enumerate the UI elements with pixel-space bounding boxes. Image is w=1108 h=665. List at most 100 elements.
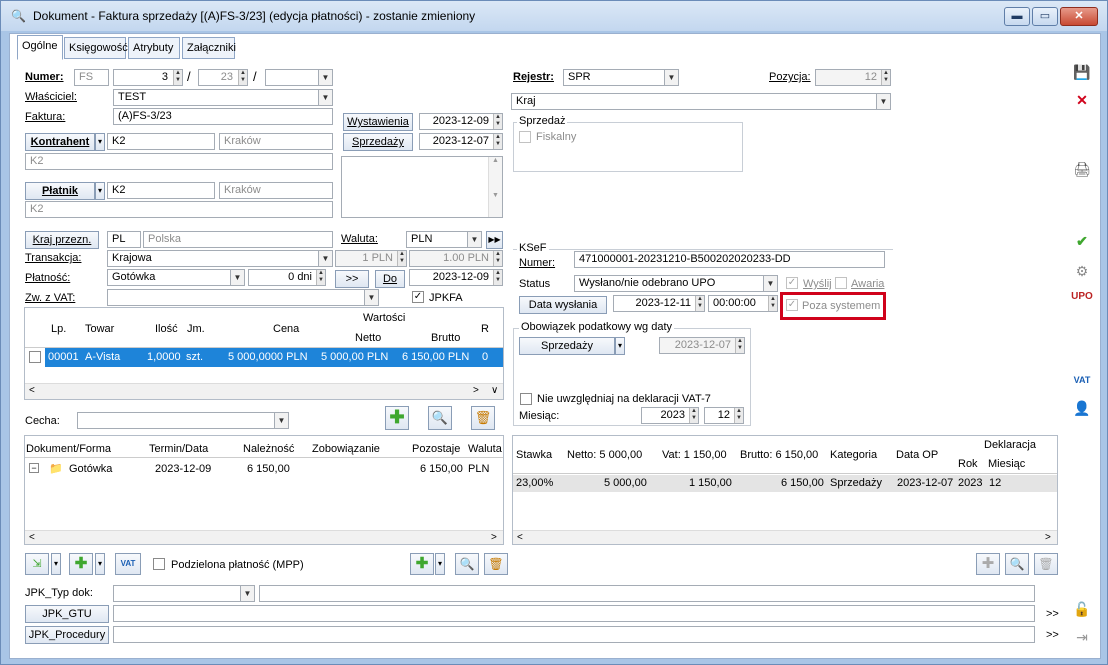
data-wyslania-button[interactable]: Data wysłania (519, 296, 607, 314)
kraj-name-field[interactable]: Polska (143, 231, 333, 248)
kontrahent-button[interactable]: Kontrahent (25, 133, 95, 151)
miesiac-field[interactable]: 12 ▲ ▼ (704, 407, 744, 424)
minimize-button[interactable]: ▬ (1004, 7, 1030, 26)
pozycja-field[interactable]: 12 ▲ ▼ (815, 69, 891, 86)
waluta-select[interactable]: PLN ▼ (406, 231, 482, 248)
jpk-procedury-button[interactable]: JPK_Procedury (25, 626, 109, 644)
sprzedazy-date-field[interactable]: 2023-12-07 ▲ ▼ (419, 133, 503, 150)
spin-icon[interactable]: ▲ ▼ (397, 251, 406, 266)
vat-icon[interactable]: VAT (1070, 369, 1094, 393)
spin-icon[interactable]: ▲ ▼ (689, 408, 698, 423)
obowiazek-sprzedazy-button[interactable]: Sprzedaży (519, 337, 615, 355)
time-field[interactable]: 00:00:00 ▲ ▼ (708, 295, 778, 312)
obowiazek-date-field[interactable]: 2023-12-07 ▲ ▼ (659, 337, 745, 354)
kurs2-field[interactable]: 1.00 PLN ▲ ▼ (409, 250, 503, 267)
scroll-right-icon[interactable]: > (1045, 532, 1051, 543)
scroll-right-icon[interactable]: > (491, 532, 497, 543)
collapse-icon[interactable]: − (29, 463, 39, 473)
horizontal-scrollbar[interactable]: < > ∨ (25, 383, 503, 399)
table-row[interactable]: − 📁 Gotówka 2023-12-09 6 150,00 6 150,00… (25, 460, 503, 478)
jpk-procedury-field[interactable] (113, 626, 1035, 643)
poza-systemem-checkbox[interactable]: ✓ (786, 299, 798, 311)
jpkfa-checkbox[interactable]: ✓ (412, 291, 424, 303)
chevron-down-icon[interactable]: ▼ (664, 70, 678, 85)
horizontal-scrollbar[interactable]: < > (513, 530, 1057, 544)
horizontal-scrollbar[interactable]: < > (25, 530, 503, 544)
kraj-select[interactable]: Kraj ▼ (511, 93, 891, 110)
kurs-field[interactable]: 1 PLN ▲ ▼ (335, 250, 407, 267)
kraj-przezn-button[interactable]: Kraj przezn. (25, 231, 99, 249)
wlasciciel-select[interactable]: TEST ▼ (113, 89, 333, 106)
platnik-menu-icon[interactable]: ▾ (95, 182, 105, 200)
spin-icon[interactable]: ▲ ▼ (316, 270, 325, 285)
jpk-gtu-button[interactable]: JPK_GTU (25, 605, 109, 623)
spin-icon[interactable]: ▲ ▼ (735, 338, 744, 353)
chevron-down-icon[interactable]: ▼ (230, 270, 244, 285)
scrollbar[interactable]: ▲ ▼ (488, 157, 502, 217)
chevron-down-icon[interactable]: ▼ (763, 276, 777, 291)
add-icon[interactable]: ✚ (69, 553, 93, 575)
scroll-left-icon[interactable]: < (517, 532, 523, 543)
delete-payment-icon[interactable]: 🗑 (484, 553, 508, 575)
close-button[interactable]: ✕ (1060, 7, 1098, 26)
data-wyslania-field[interactable]: 2023-12-11 ▲ ▼ (613, 295, 705, 312)
chevron-down-icon[interactable]: ▼ (240, 586, 254, 601)
numer-prefix-field[interactable]: FS (74, 69, 109, 86)
settings-icon[interactable]: ⚙ (1070, 260, 1094, 284)
wyslij-checkbox[interactable]: ✓ (786, 277, 798, 289)
faktura-field[interactable]: (A)FS-3/23 (113, 108, 333, 125)
table-row[interactable]: 23,00% 5 000,00 1 150,00 6 150,00 Sprzed… (513, 475, 1057, 492)
tab-zalaczniki[interactable]: Załączniki (182, 37, 236, 59)
spin-icon[interactable]: ▲ ▼ (173, 70, 182, 85)
jpk-procedury-more[interactable]: >> (1046, 629, 1059, 641)
chevron-down-icon[interactable]: ▼ (876, 94, 890, 109)
trash-icon[interactable]: 🗑 (471, 406, 495, 430)
scroll-right-icon[interactable]: > (473, 385, 479, 396)
kontrahent-menu-icon[interactable]: ▾ (95, 133, 105, 151)
add-vat-icon[interactable]: ✚ (976, 553, 1000, 575)
ksef-numer-field[interactable]: 471000001-20231210-B500202020233-DD (574, 251, 885, 268)
add-payment-menu-icon[interactable]: ▾ (435, 553, 445, 575)
maximize-button[interactable]: ▭ (1032, 7, 1058, 26)
table-row[interactable]: 00001 A-Vista 1,0000 szt. 5 000,0000 PLN… (45, 348, 503, 367)
spin-icon[interactable]: ▲ ▼ (493, 251, 502, 266)
spin-icon[interactable]: ▲ ▼ (238, 70, 247, 85)
tab-ogolne[interactable]: Ogólne (17, 35, 63, 60)
spin-icon[interactable]: ▲ ▼ (881, 70, 890, 85)
awaria-checkbox[interactable] (835, 277, 847, 289)
zw-vat-select[interactable]: ▼ (107, 289, 379, 306)
next-icon[interactable]: ▶▶ (486, 231, 503, 249)
search-icon[interactable]: 🔍 (428, 406, 452, 430)
series-select[interactable]: ▼ (265, 69, 333, 86)
scroll-left-icon[interactable]: < (29, 385, 35, 396)
approve-icon[interactable]: ✔ (1070, 230, 1094, 254)
jpk-gtu-field[interactable] (113, 605, 1035, 622)
chevron-down-icon[interactable]: ▼ (318, 90, 332, 105)
search-payment-icon[interactable]: 🔍 (455, 553, 479, 575)
pin-icon[interactable]: ⇥ (1070, 626, 1094, 650)
add-payment-icon[interactable]: ✚ (410, 553, 434, 575)
jpk-typ-description[interactable] (259, 585, 1035, 602)
forward-button[interactable]: >> (335, 270, 369, 288)
platnosc-select[interactable]: Gotówka ▼ (107, 269, 245, 286)
do-button[interactable]: Do (375, 270, 405, 288)
year-field[interactable]: 23 ▲ ▼ (198, 69, 248, 86)
chevron-down-icon[interactable]: ▼ (318, 251, 332, 266)
chevron-down-icon[interactable]: ▼ (364, 290, 378, 305)
fiskalny-checkbox[interactable] (519, 131, 531, 143)
spin-icon[interactable]: ▲ ▼ (493, 270, 502, 285)
kontrahent-code-field[interactable]: K2 (107, 133, 215, 150)
print-icon[interactable]: 🖨 (1070, 158, 1094, 182)
upo-icon[interactable]: UPO (1070, 286, 1094, 310)
termin-field[interactable]: 2023-12-09 ▲ ▼ (409, 269, 503, 286)
jpk-typ-select[interactable]: ▼ (113, 585, 255, 602)
lock-icon[interactable]: 🔓 (1070, 598, 1094, 622)
export-icon[interactable]: ⇲ (25, 553, 49, 575)
spin-icon[interactable]: ▲ ▼ (493, 114, 502, 129)
notes-textarea[interactable]: ▲ ▼ (341, 156, 503, 218)
wystawienia-button[interactable]: Wystawienia (343, 113, 413, 131)
platnik-city-field[interactable]: Kraków (219, 182, 333, 199)
platnik-button[interactable]: Płatnik (25, 182, 95, 200)
platnik-code-field[interactable]: K2 (107, 182, 215, 199)
transakcja-select[interactable]: Krajowa ▼ (107, 250, 333, 267)
